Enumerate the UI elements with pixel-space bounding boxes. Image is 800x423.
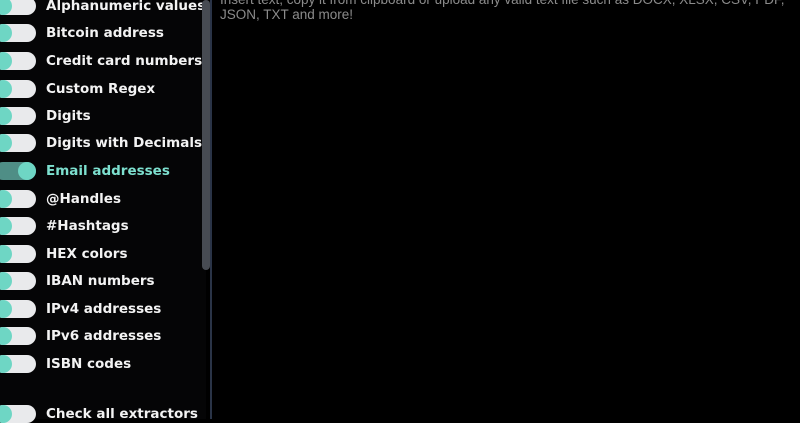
extractor-label: Credit card numbers	[46, 53, 203, 69]
check-all-toggle[interactable]	[0, 405, 36, 423]
toggle-switch[interactable]	[0, 107, 36, 125]
extractor-label: Digits with Decimals	[46, 135, 203, 151]
toggle-switch[interactable]	[0, 190, 36, 208]
toggle-switch[interactable]	[0, 0, 36, 15]
extractor-label: IBAN numbers	[46, 273, 155, 289]
extractor-label: Custom Regex	[46, 81, 156, 97]
toggle-knob	[0, 300, 12, 318]
toggle-knob	[0, 107, 12, 125]
toggle-knob	[0, 52, 12, 70]
sidebar-scrollbar[interactable]	[202, 0, 210, 270]
toggle-switch[interactable]	[0, 217, 36, 235]
toggle-knob	[0, 190, 12, 208]
toggle-switch[interactable]	[0, 134, 36, 152]
extractor-sidebar: Alphanumeric values Bitcoin address Cred…	[0, 0, 206, 423]
toggle-switch[interactable]	[0, 52, 36, 70]
extractor-label: IPv6 addresses	[46, 328, 162, 344]
toggle-knob	[18, 162, 36, 180]
extractor-label: IPv4 addresses	[46, 301, 162, 317]
toggle-knob	[0, 134, 12, 152]
extractor-label: Email addresses	[46, 163, 170, 179]
text-input-area[interactable]	[212, 0, 800, 419]
toggle-switch[interactable]	[0, 327, 36, 345]
extractor-label: Digits	[46, 108, 91, 124]
toggle-switch[interactable]	[0, 24, 36, 42]
extractor-label: @Handles	[46, 191, 122, 207]
toggle-switch[interactable]	[0, 355, 36, 373]
toggle-knob	[0, 272, 12, 290]
toggle-switch[interactable]	[0, 272, 36, 290]
toggle-knob	[0, 217, 12, 235]
extractor-label: ISBN codes	[46, 356, 132, 372]
toggle-switch[interactable]	[0, 162, 36, 180]
toggle-knob	[0, 355, 12, 373]
toggle-knob	[0, 24, 12, 42]
toggle-switch[interactable]	[0, 245, 36, 263]
toggle-knob	[0, 327, 12, 345]
toggle-knob	[0, 0, 12, 15]
toggle-switch[interactable]	[0, 80, 36, 98]
extractor-label: Bitcoin address	[46, 25, 164, 41]
toggle-knob	[0, 245, 12, 263]
input-placeholder: Insert text, copy it from clipboard or u…	[220, 0, 785, 22]
extractor-label: HEX colors	[46, 246, 128, 262]
toggle-knob	[0, 405, 12, 423]
toggle-knob	[0, 80, 12, 98]
extractor-label: #Hashtags	[46, 218, 129, 234]
check-all-label: Check all extractors	[46, 406, 198, 422]
extractor-label: Alphanumeric values	[46, 0, 206, 14]
toggle-switch[interactable]	[0, 300, 36, 318]
